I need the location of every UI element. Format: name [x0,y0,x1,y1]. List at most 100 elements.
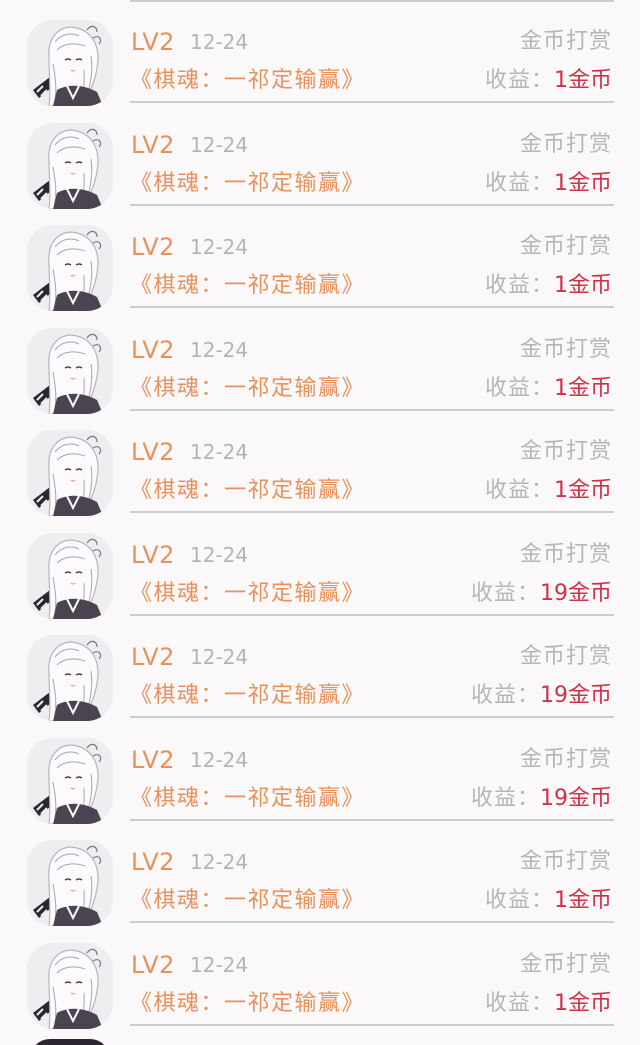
income-unit: 金币 [567,888,612,913]
list-item[interactable]: LV2 12-24 金币打赏 《棋魂：一祁定输赢》 收益：1金币 [0,205,640,311]
user-avatar[interactable] [27,942,113,1029]
book-title[interactable]: 《棋魂：一祁定输赢》 [130,475,365,507]
user-level: LV2 [131,28,175,56]
avatar-illustration [27,122,113,209]
user-level: LV2 [131,745,175,774]
reward-record-list: LV2 12-24 金币打赏 《棋魂：一祁定输赢》 收益：1金币 LV2 12-… [0,0,640,1045]
avatar-illustration [27,327,113,414]
income-unit: 金币 [567,273,612,298]
reward-type: 金币打赏 [519,951,612,977]
avatar-illustration [27,532,113,619]
list-item[interactable]: LV2 12-24 金币打赏 《棋魂：一祁定输赢》 收益：1金币 [0,308,640,414]
avatar-illustration [27,225,113,311]
income-amount: 1 [553,170,568,196]
user-level: LV2 [131,848,175,876]
list-item[interactable]: LV2 12-24 金币打赏 《棋魂：一祁定输赢》 收益：1金币 [0,923,640,1029]
user-level: LV2 [131,233,175,261]
user-avatar[interactable] [27,225,113,311]
list-item[interactable]: LV2 12-24 金币打赏 《棋魂：一祁定输赢》 收益：19金币 [0,615,640,721]
book-title[interactable]: 《棋魂：一祁定输赢》 [130,65,365,97]
user-level: LV2 [131,130,175,159]
book-title[interactable]: 《棋魂：一祁定输赢》 [130,783,365,815]
book-title[interactable]: 《棋魂：一祁定输赢》 [130,270,365,302]
avatar-illustration [27,430,113,516]
income-label: 收益： [470,580,540,606]
income-label: 收益： [470,785,540,811]
income-amount: 1 [553,273,568,298]
income-label: 收益： [484,478,554,503]
user-avatar[interactable] [27,635,113,721]
reward-date: 12-24 [190,645,249,669]
avatar-illustration [27,737,113,824]
income: 收益：1金币 [485,168,612,200]
reward-type: 金币打赏 [519,131,612,157]
income-label: 收益： [484,375,554,401]
reward-type: 金币打赏 [519,849,612,874]
income: 收益：1金币 [485,988,612,1020]
user-level: LV2 [131,438,175,466]
income: 收益：19金币 [471,578,612,610]
reward-date: 12-24 [190,440,249,464]
list-item[interactable]: LV2 12-24 金币打赏 《棋魂：一祁定输赢》 收益：1金币 [0,820,640,926]
reward-type: 金币打赏 [519,336,612,362]
reward-type: 金币打赏 [519,439,612,464]
book-title[interactable]: 《棋魂：一祁定输赢》 [130,988,365,1020]
reward-type: 金币打赏 [519,234,612,259]
book-title[interactable]: 《棋魂：一祁定输赢》 [130,885,365,917]
income-label: 收益： [484,990,554,1016]
reward-date: 12-24 [190,952,249,977]
list-item[interactable]: LV2 12-24 金币打赏 《棋魂：一祁定输赢》 收益：19金币 [0,718,640,824]
reward-date: 12-24 [190,30,249,54]
user-avatar[interactable] [27,532,113,619]
user-level: LV2 [131,335,175,364]
income-amount: 19 [539,580,568,606]
user-avatar[interactable] [27,20,113,106]
user-avatar[interactable] [27,430,113,516]
income: 收益：1金币 [485,885,612,917]
income-label: 收益： [484,888,554,913]
income-amount: 1 [553,478,568,503]
reward-date: 12-24 [190,542,249,567]
income-unit: 金币 [567,990,612,1016]
reward-date: 12-24 [190,235,249,259]
row-divider [130,1023,614,1026]
reward-date: 12-24 [190,337,249,362]
user-avatar[interactable] [27,327,113,414]
income-unit: 金币 [567,683,612,708]
income-amount: 1 [553,888,568,913]
income-unit: 金币 [567,170,612,196]
book-title[interactable]: 《棋魂：一祁定输赢》 [130,168,365,200]
avatar-illustration [27,20,113,106]
reward-type: 金币打赏 [519,644,612,669]
list-item[interactable]: LV2 12-24 金币打赏 《棋魂：一祁定输赢》 收益：19金币 [0,513,640,619]
user-avatar[interactable] [27,840,113,926]
user-level: LV2 [131,643,175,671]
user-avatar[interactable] [27,737,113,824]
income-label: 收益： [470,683,540,708]
user-level: LV2 [131,950,175,979]
avatar-illustration [27,635,113,721]
income-unit: 金币 [567,580,612,606]
avatar-illustration [27,942,113,1029]
user-level: LV2 [131,540,175,569]
income-unit: 金币 [567,375,612,401]
list-item[interactable]: LV2 12-24 金币打赏 《棋魂：一祁定输赢》 收益：1金币 [0,410,640,516]
list-item[interactable]: LV2 12-24 金币打赏 《棋魂：一祁定输赢》 收益：1金币 [0,103,640,209]
book-title[interactable]: 《棋魂：一祁定输赢》 [130,578,365,610]
income-unit: 金币 [567,785,612,811]
income-amount: 1 [553,990,568,1016]
income: 收益：1金币 [485,270,612,302]
income-label: 收益： [484,170,554,196]
user-avatar[interactable] [27,122,113,209]
income-label: 收益： [484,273,554,298]
book-title[interactable]: 《棋魂：一祁定输赢》 [130,373,365,405]
reward-type: 金币打赏 [519,29,612,54]
income-amount: 19 [539,683,568,708]
book-title[interactable]: 《棋魂：一祁定输赢》 [130,680,365,712]
income: 收益：1金币 [485,65,612,97]
reward-type: 金币打赏 [519,541,612,567]
income: 收益：19金币 [471,680,612,712]
income: 收益：1金币 [485,373,612,405]
reward-date: 12-24 [190,850,249,874]
list-item[interactable]: LV2 12-24 金币打赏 《棋魂：一祁定输赢》 收益：1金币 [0,0,640,106]
